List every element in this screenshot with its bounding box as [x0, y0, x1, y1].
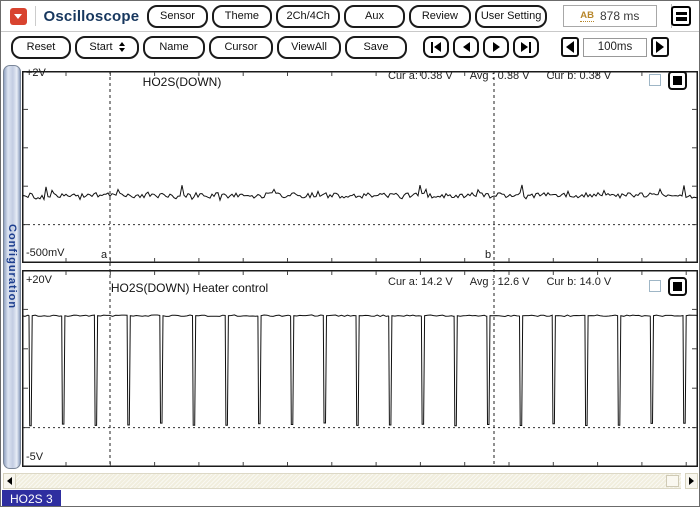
ab-cursor-icon: AB: [580, 9, 594, 22]
scrollbar-track[interactable]: [16, 473, 681, 489]
review-button[interactable]: Review: [408, 4, 472, 28]
channel-2-bottom-scale-label: -5V: [26, 451, 44, 463]
channel-1-box: [22, 71, 698, 263]
scope-plot: [22, 71, 698, 467]
filled-square-icon: [673, 76, 682, 85]
timebase-control: 100ms: [561, 37, 669, 57]
filled-square-icon: [673, 282, 682, 291]
channel-2-measurements: Cur a: 14.2 V Avg :12.6 V Cur b: 14.0 V: [388, 276, 614, 288]
spinner-icon: [118, 42, 125, 52]
user-setting-button[interactable]: User Setting: [475, 4, 548, 28]
channel-2-waveform: [22, 314, 698, 427]
start-button-label: Start: [89, 41, 113, 53]
cursor-a-reading-label: Cur a:: [388, 70, 418, 82]
menu-icon[interactable]: [671, 6, 692, 26]
channel-1-bottom-scale-label: -500mV: [26, 247, 65, 259]
skip-start-icon: [430, 41, 434, 53]
timebase-value: 100ms: [583, 37, 647, 57]
toolbar-top: Oscilloscope Sensor Theme 2Ch/4Ch Aux Re…: [1, 1, 699, 31]
cursor-b-reading-label: Cur b:: [546, 276, 577, 288]
step-back-icon: [462, 42, 470, 52]
viewall-button[interactable]: ViewAll: [277, 35, 341, 59]
right-arrow-icon: [656, 41, 664, 53]
save-button[interactable]: Save: [345, 35, 407, 59]
cursor-b-label: b: [485, 249, 492, 261]
step-forward-button[interactable]: [483, 36, 509, 58]
cursor-a-reading-value: 0.38 V: [420, 70, 453, 82]
app-title: Oscilloscope: [43, 7, 140, 25]
cursor-a-label: a: [101, 249, 108, 261]
timebase-increase-button[interactable]: [651, 37, 669, 57]
sensor-button[interactable]: Sensor: [147, 4, 208, 28]
record-tab-label: HO2S 3: [10, 491, 53, 506]
avg-reading-label: Avg :: [469, 276, 495, 288]
cursor-a-reading-label: Cur a:: [388, 276, 418, 288]
channel-1-measurements: Cur a: 0.38 V Avg :0.38 V Cur b: 0.38 V: [388, 70, 614, 82]
name-button[interactable]: Name: [143, 35, 205, 59]
channel-2-box: [22, 270, 698, 467]
cursor-a-reading-value: 14.2 V: [420, 276, 453, 288]
scrollbar-thumb[interactable]: [666, 475, 679, 487]
ab-time-measurement: AB 878 ms: [563, 5, 657, 27]
configuration-sidebar-tab[interactable]: Configuration: [3, 65, 21, 469]
avg-reading-value: 0.38 V: [497, 70, 530, 82]
channel-mode-button[interactable]: 2Ch/4Ch: [276, 4, 341, 28]
cursor-b-reading-value: 14.0 V: [579, 276, 612, 288]
channel-1-top-scale-label: +2V: [26, 67, 46, 79]
toolbar-second: Reset Start Name Cursor ViewAll Save 100…: [1, 33, 699, 61]
skip-end-icon: [520, 42, 528, 52]
reset-button[interactable]: Reset: [11, 35, 71, 59]
scroll-right-button[interactable]: [685, 473, 698, 489]
scroll-left-button[interactable]: [3, 473, 16, 489]
channel-2-title: HO2S(DOWN) Heater control: [110, 281, 269, 295]
channel-2-display-indicator[interactable]: [668, 277, 687, 296]
record-tab[interactable]: HO2S 3: [2, 490, 61, 506]
left-arrow-icon: [7, 477, 12, 485]
avg-reading-label: Avg :: [469, 70, 495, 82]
cursor-b-reading-value: 0.38 V: [579, 70, 612, 82]
configuration-label: Configuration: [6, 224, 18, 310]
ab-time-value: 878 ms: [599, 9, 640, 23]
channel-2-checkbox[interactable]: [649, 280, 661, 292]
theme-button[interactable]: Theme: [211, 4, 273, 28]
channel-1-waveform: [22, 184, 698, 202]
channel-1-checkbox[interactable]: [649, 74, 661, 86]
left-arrow-icon: [566, 41, 574, 53]
cursor-b-reading-label: Cur b:: [546, 70, 577, 82]
start-button[interactable]: Start: [75, 35, 139, 59]
aux-button[interactable]: Aux: [344, 4, 405, 28]
playback-transport: [423, 36, 539, 58]
divider: [34, 6, 36, 26]
toolbar-separator: [1, 31, 699, 32]
avg-reading-value: 12.6 V: [497, 276, 530, 288]
right-arrow-icon: [689, 477, 694, 485]
step-forward-icon: [492, 42, 500, 52]
timebase-decrease-button[interactable]: [561, 37, 579, 57]
skip-to-end-button[interactable]: [513, 36, 539, 58]
step-back-button[interactable]: [453, 36, 479, 58]
app-menu-button[interactable]: [10, 7, 27, 25]
horizontal-scrollbar[interactable]: [3, 473, 698, 489]
skip-to-start-button[interactable]: [423, 36, 449, 58]
channel-1-title: HO2S(DOWN): [142, 75, 222, 89]
dropdown-arrow-icon: [14, 13, 23, 19]
channel-1-display-indicator[interactable]: [668, 71, 687, 90]
cursor-button[interactable]: Cursor: [209, 35, 273, 59]
oscilloscope-window: Oscilloscope Sensor Theme 2Ch/4Ch Aux Re…: [0, 0, 700, 507]
